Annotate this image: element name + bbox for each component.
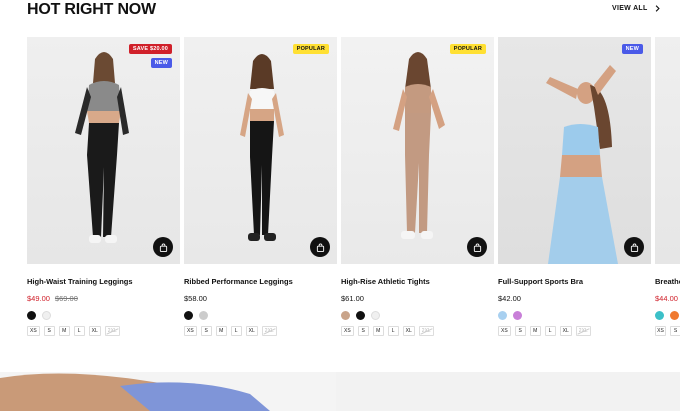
- size-option[interactable]: L: [73, 326, 85, 336]
- size-options: XS S: [655, 326, 680, 336]
- color-swatch[interactable]: [655, 311, 664, 320]
- size-option[interactable]: L: [387, 326, 399, 336]
- size-option[interactable]: XS: [341, 326, 354, 336]
- product-card[interactable]: NEW Full-Support Sports Bra $42.00 XS S …: [498, 37, 651, 336]
- size-option[interactable]: M: [215, 326, 227, 336]
- color-swatch[interactable]: [341, 311, 350, 320]
- product-card[interactable]: SAVE $20.00 NEW High-Waist Training Legg…: [27, 37, 180, 336]
- size-option[interactable]: S: [670, 326, 680, 336]
- size-option[interactable]: M: [372, 326, 384, 336]
- size-option[interactable]: L: [230, 326, 242, 336]
- add-to-bag-button[interactable]: [153, 237, 173, 257]
- color-swatch[interactable]: [184, 311, 193, 320]
- product-image[interactable]: POPULAR: [341, 37, 494, 264]
- product-image[interactable]: POPULAR: [184, 37, 337, 264]
- size-option[interactable]: S: [514, 326, 526, 336]
- original-price: $69.00: [54, 294, 78, 303]
- size-options: XS S M L XL 2XL: [184, 326, 337, 336]
- size-option[interactable]: XL: [88, 326, 101, 336]
- new-badge: NEW: [621, 44, 643, 54]
- price-row: $49.00 $69.00: [27, 294, 180, 303]
- add-to-bag-button[interactable]: [467, 237, 487, 257]
- product-name[interactable]: Ribbed Performance Leggings: [184, 277, 337, 286]
- price-row: $61.00: [341, 294, 494, 303]
- view-all-link[interactable]: VIEW ALL: [612, 5, 661, 12]
- section-header: HOT RIGHT NOW VIEW ALL: [0, 0, 680, 28]
- product-price: $61.00: [341, 294, 364, 303]
- size-options: XS S M L XL 2XL: [27, 326, 180, 336]
- size-option[interactable]: XL: [559, 326, 572, 336]
- product-name[interactable]: High-Waist Training Leggings: [27, 277, 180, 286]
- color-swatch[interactable]: [356, 311, 365, 320]
- color-swatch[interactable]: [27, 311, 36, 320]
- product-price: $44.00: [655, 294, 678, 303]
- model-photo: [393, 52, 445, 239]
- size-option[interactable]: XL: [245, 326, 258, 336]
- color-swatch[interactable]: [513, 311, 522, 320]
- size-option[interactable]: 2XL: [261, 326, 277, 336]
- color-swatches: [27, 311, 180, 320]
- shopping-bag-icon: [473, 243, 481, 252]
- color-swatches: [184, 311, 337, 320]
- product-image[interactable]: SAVE $20.00 NEW: [27, 37, 180, 264]
- chevron-right-icon: [655, 5, 660, 12]
- price-row: $42.00: [498, 294, 651, 303]
- color-swatch[interactable]: [199, 311, 208, 320]
- product-name[interactable]: Full-Support Sports Bra: [498, 277, 651, 286]
- product-name[interactable]: High-Rise Athletic Tights: [341, 277, 494, 286]
- size-option[interactable]: XS: [498, 326, 511, 336]
- size-option[interactable]: XS: [27, 326, 40, 336]
- add-to-bag-button[interactable]: [624, 237, 644, 257]
- product-price: $49.00: [27, 294, 50, 303]
- popular-badge: POPULAR: [292, 44, 329, 54]
- size-option[interactable]: XS: [184, 326, 197, 336]
- add-to-bag-button[interactable]: [310, 237, 330, 257]
- shopping-bag-icon: [159, 243, 167, 252]
- color-swatch[interactable]: [371, 311, 380, 320]
- model-photo: [240, 54, 284, 241]
- size-option[interactable]: 2XL: [418, 326, 434, 336]
- popular-badge: POPULAR: [449, 44, 486, 54]
- promo-banner-image[interactable]: [0, 372, 336, 411]
- product-price: $42.00: [498, 294, 521, 303]
- shopping-bag-icon: [630, 243, 638, 252]
- size-option[interactable]: M: [58, 326, 70, 336]
- size-option[interactable]: XL: [402, 326, 415, 336]
- size-option[interactable]: S: [357, 326, 369, 336]
- size-option[interactable]: M: [529, 326, 541, 336]
- product-card[interactable]: Breathe $44.00 XS S: [655, 37, 680, 336]
- promo-banner-panel: [336, 372, 680, 411]
- shopping-bag-icon: [316, 243, 324, 252]
- color-swatch[interactable]: [670, 311, 679, 320]
- color-swatch[interactable]: [42, 311, 51, 320]
- color-swatches: [655, 311, 680, 320]
- size-option[interactable]: S: [43, 326, 55, 336]
- size-option[interactable]: S: [200, 326, 212, 336]
- size-options: XS S M L XL 2XL: [498, 326, 651, 336]
- size-option[interactable]: XS: [655, 326, 666, 336]
- section-title: HOT RIGHT NOW: [27, 1, 156, 18]
- model-photo: [546, 65, 618, 264]
- view-all-label: VIEW ALL: [612, 5, 648, 12]
- color-swatch[interactable]: [498, 311, 507, 320]
- product-image[interactable]: NEW: [498, 37, 651, 264]
- price-row: $58.00: [184, 294, 337, 303]
- price-row: $44.00: [655, 294, 680, 303]
- color-swatches: [341, 311, 494, 320]
- size-option[interactable]: 2XL: [104, 326, 120, 336]
- new-badge: NEW: [150, 58, 172, 68]
- size-option[interactable]: L: [544, 326, 556, 336]
- product-card[interactable]: POPULAR Ribbed Performance Leggings $58.…: [184, 37, 337, 336]
- product-price: $58.00: [184, 294, 207, 303]
- model-photo: [75, 52, 129, 243]
- sale-badge: SAVE $20.00: [128, 44, 172, 54]
- banner-photo: [0, 372, 336, 411]
- product-name[interactable]: Breathe: [655, 277, 680, 286]
- product-card[interactable]: POPULAR High-Rise Athletic Tights $61.00…: [341, 37, 494, 336]
- size-option[interactable]: 2XL: [575, 326, 591, 336]
- product-image[interactable]: [655, 37, 680, 264]
- color-swatches: [498, 311, 651, 320]
- size-options: XS S M L XL 2XL: [341, 326, 494, 336]
